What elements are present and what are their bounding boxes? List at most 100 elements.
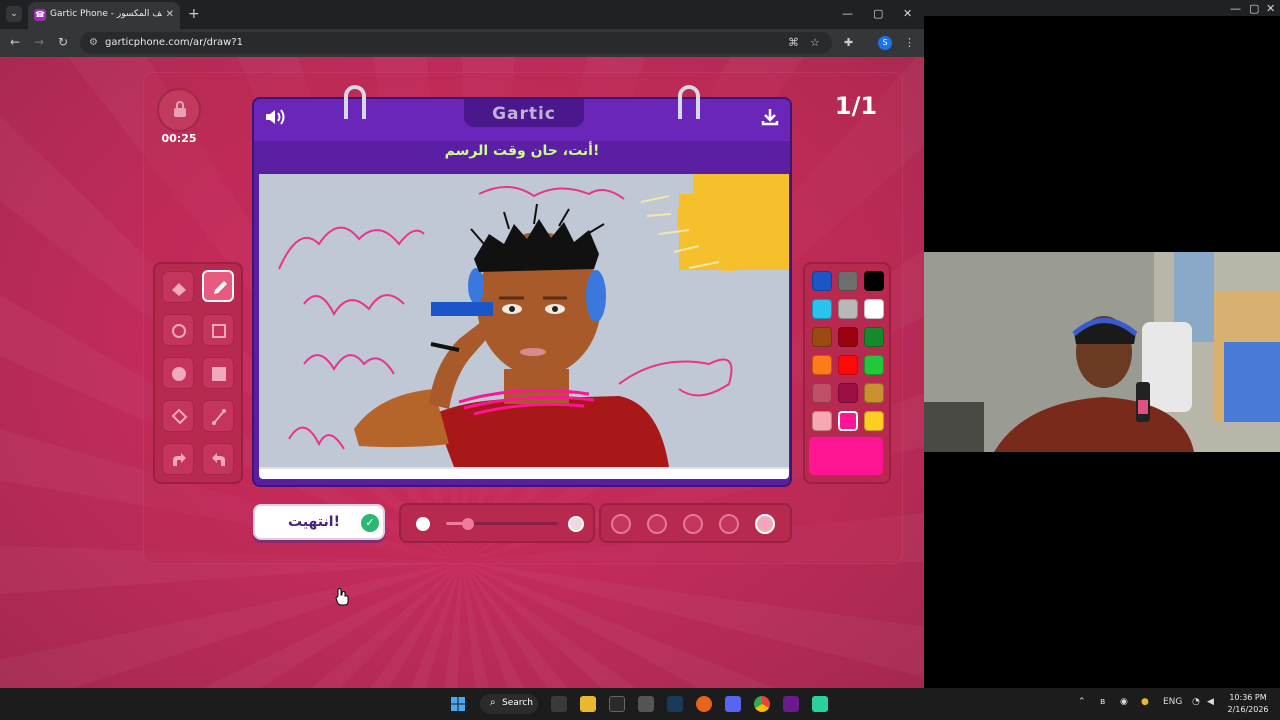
taskbar-clock[interactable]: 10:36 PM 2/16/2026 bbox=[1222, 692, 1274, 716]
epic-games-icon[interactable] bbox=[609, 696, 625, 712]
bookmark-star-icon[interactable]: ☆ bbox=[810, 36, 820, 49]
clock-time: 10:36 PM bbox=[1229, 693, 1267, 702]
bluetooth-icon[interactable]: ʙ bbox=[1100, 697, 1105, 707]
minimize-button[interactable]: — bbox=[842, 7, 853, 20]
second-maximize-button[interactable]: ▢ bbox=[1249, 2, 1259, 15]
opacity-option[interactable] bbox=[647, 514, 667, 534]
language-indicator[interactable]: ENG bbox=[1163, 697, 1182, 707]
drawing-canvas[interactable] bbox=[259, 174, 789, 467]
hand-cursor-icon bbox=[335, 588, 349, 606]
color-swatch[interactable] bbox=[812, 327, 832, 347]
color-swatch[interactable] bbox=[864, 383, 884, 403]
taskbar-search-button[interactable]: ⌕ Search bbox=[480, 694, 538, 714]
discord-icon[interactable] bbox=[725, 696, 741, 712]
file-explorer-icon[interactable] bbox=[580, 696, 596, 712]
color-swatch[interactable] bbox=[864, 299, 884, 319]
size-small-icon[interactable] bbox=[416, 517, 430, 531]
brush-size-knob[interactable] bbox=[462, 518, 475, 530]
size-large-icon[interactable] bbox=[568, 516, 584, 532]
second-close-button[interactable]: ✕ bbox=[1266, 2, 1275, 15]
screen: ⌄ ☎ Gartic Phone - الهاتف المكسور ✕ + — … bbox=[0, 0, 1280, 720]
menu-dots-icon[interactable]: ⋮ bbox=[904, 36, 915, 49]
square-fill-icon bbox=[212, 367, 226, 381]
second-minimize-button[interactable]: — bbox=[1230, 2, 1241, 15]
undo-icon bbox=[173, 453, 186, 466]
back-icon[interactable]: ← bbox=[10, 35, 20, 49]
steam-icon[interactable] bbox=[667, 696, 683, 712]
windows-start-icon[interactable] bbox=[450, 696, 466, 712]
tab-gartic[interactable]: ☎ Gartic Phone - الهاتف المكسور ✕ bbox=[28, 2, 180, 29]
opacity-option[interactable] bbox=[719, 514, 739, 534]
volume-icon[interactable]: ◀ bbox=[1207, 697, 1214, 707]
extensions-icon[interactable]: ✚ bbox=[844, 36, 853, 49]
opacity-option[interactable] bbox=[755, 514, 775, 534]
opacity-option[interactable] bbox=[683, 514, 703, 534]
taskbar-search-label: Search bbox=[502, 698, 533, 708]
forward-icon[interactable]: → bbox=[34, 35, 44, 49]
circle-fill-tool[interactable] bbox=[162, 357, 194, 389]
wifi-icon[interactable]: ◔ bbox=[1192, 697, 1200, 707]
color-swatch[interactable] bbox=[812, 383, 832, 403]
microphone-icon[interactable]: ● bbox=[1141, 697, 1149, 707]
color-swatch[interactable] bbox=[838, 355, 858, 375]
color-swatch[interactable] bbox=[864, 355, 884, 375]
tool-panel bbox=[153, 262, 243, 484]
circle-outline-tool[interactable] bbox=[162, 314, 194, 346]
paper-edge bbox=[259, 467, 789, 479]
address-bar[interactable]: ⚙ garticphone.com/ar/draw?1 bbox=[80, 32, 832, 54]
color-swatch[interactable] bbox=[838, 271, 858, 291]
square-fill-tool[interactable] bbox=[202, 357, 234, 389]
android-app-icon[interactable] bbox=[812, 696, 828, 712]
next-app-icon[interactable] bbox=[783, 696, 799, 712]
color-swatch[interactable] bbox=[812, 355, 832, 375]
draw-prompt: أنت، حان وقت الرسم! bbox=[444, 143, 600, 159]
color-swatch[interactable] bbox=[838, 299, 858, 319]
tab-strip: ⌄ ☎ Gartic Phone - الهاتف المكسور ✕ + — … bbox=[0, 0, 924, 29]
notebook-ring-right bbox=[678, 85, 700, 119]
chrome-icon[interactable] bbox=[754, 696, 770, 712]
maximize-button[interactable]: ▢ bbox=[873, 7, 883, 20]
tab-close-icon[interactable]: ✕ bbox=[166, 9, 174, 20]
tray-chevron-icon[interactable]: ⌃ bbox=[1078, 697, 1086, 707]
reload-icon[interactable]: ↻ bbox=[58, 35, 68, 49]
brush-size-panel bbox=[399, 503, 595, 543]
close-window-button[interactable]: ✕ bbox=[903, 7, 912, 20]
pencil-tool[interactable] bbox=[202, 270, 234, 302]
color-swatch[interactable] bbox=[812, 299, 832, 319]
profile-avatar[interactable]: S bbox=[878, 36, 892, 50]
opacity-option[interactable] bbox=[611, 514, 631, 534]
translate-icon[interactable]: ⌘ bbox=[788, 36, 799, 49]
tab-search-icon[interactable]: ⌄ bbox=[6, 6, 22, 22]
site-info-icon[interactable]: ⚙ bbox=[89, 37, 98, 48]
network-icon[interactable]: ◉ bbox=[1120, 697, 1128, 707]
undo-tool[interactable] bbox=[162, 443, 194, 475]
speaker-icon[interactable] bbox=[264, 107, 288, 127]
color-swatch[interactable] bbox=[812, 411, 832, 431]
notebook-ring-left bbox=[344, 85, 366, 119]
new-tab-button[interactable]: + bbox=[188, 6, 200, 22]
color-swatch[interactable] bbox=[838, 411, 858, 431]
color-swatch[interactable] bbox=[864, 327, 884, 347]
app-cube-icon[interactable] bbox=[638, 696, 654, 712]
done-button[interactable]: انتهيت! ✓ bbox=[253, 504, 385, 540]
fill-bucket-icon bbox=[171, 408, 188, 425]
task-view-icon[interactable] bbox=[551, 696, 567, 712]
download-icon[interactable] bbox=[760, 107, 780, 127]
timer-badge bbox=[157, 88, 201, 132]
browser-toolbar: ← → ↻ ⚙ garticphone.com/ar/draw?1 ⌘ ☆ ✚ … bbox=[0, 29, 924, 57]
eraser-tool[interactable] bbox=[162, 271, 194, 303]
redo-tool[interactable] bbox=[202, 443, 234, 475]
taskbar: ⌕ Search ⌃ ʙ ◉ ● ENG ◔ ◀ 10:36 PM 2/16/2… bbox=[0, 688, 1280, 720]
color-swatch[interactable] bbox=[864, 411, 884, 431]
color-swatch[interactable] bbox=[838, 327, 858, 347]
circle-fill-icon bbox=[172, 367, 186, 381]
firefox-icon[interactable] bbox=[696, 696, 712, 712]
lock-icon bbox=[174, 101, 186, 117]
color-swatch[interactable] bbox=[812, 271, 832, 291]
clock-date: 2/16/2026 bbox=[1227, 705, 1269, 714]
line-tool[interactable] bbox=[202, 400, 234, 432]
square-outline-tool[interactable] bbox=[202, 314, 234, 346]
color-swatch[interactable] bbox=[864, 271, 884, 291]
fill-bucket-tool[interactable] bbox=[162, 400, 194, 432]
color-swatch[interactable] bbox=[838, 383, 858, 403]
